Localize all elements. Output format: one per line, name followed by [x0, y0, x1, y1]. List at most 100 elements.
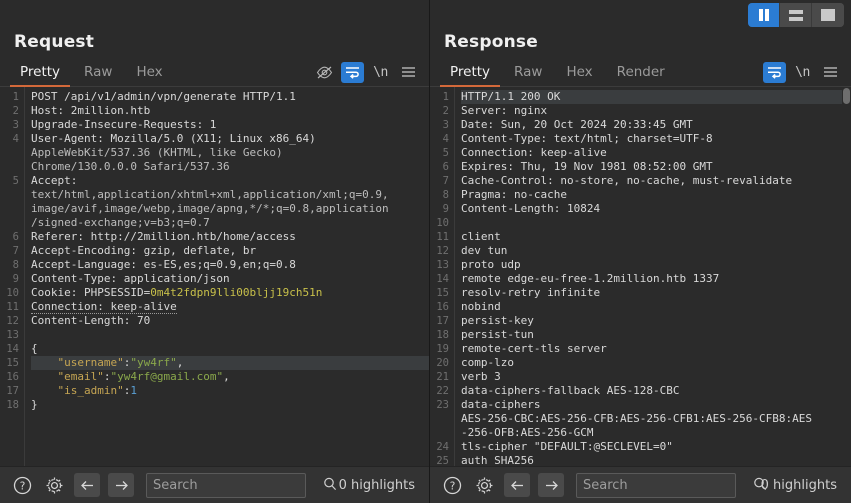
code-token: AES-256-CBC:AES-256-CFB:AES-256-CFB1:AES… — [461, 412, 812, 425]
code-line[interactable]: Date: Sun, 20 Oct 2024 20:33:45 GMT — [461, 118, 851, 132]
response-search-box[interactable] — [576, 473, 736, 498]
code-line[interactable]: client — [461, 230, 851, 244]
code-line[interactable]: proto udp — [461, 258, 851, 272]
code-line[interactable] — [461, 216, 851, 230]
code-line[interactable]: { — [31, 342, 429, 356]
code-line[interactable]: /signed-exchange;v=b3;q=0.7 — [31, 216, 429, 230]
tab-response-hex[interactable]: Hex — [554, 58, 604, 86]
code-line[interactable]: Accept-Language: es-ES,es;q=0.9,en;q=0.8 — [31, 258, 429, 272]
code-line[interactable]: remote edge-eu-free-1.2million.htb 1337 — [461, 272, 851, 286]
line-number — [0, 216, 24, 230]
code-line[interactable]: Server: nginx — [461, 104, 851, 118]
question-circle-icon[interactable]: ? — [10, 473, 34, 497]
tab-request-raw[interactable]: Raw — [72, 58, 124, 86]
search-input[interactable] — [153, 478, 323, 493]
code-line[interactable]: "username":"yw4rf", — [31, 356, 429, 370]
code-line[interactable]: Upgrade-Insecure-Requests: 1 — [31, 118, 429, 132]
code-line[interactable]: User-Agent: Mozilla/5.0 (X11; Linux x86_… — [31, 132, 429, 146]
tab-response-raw[interactable]: Raw — [502, 58, 554, 86]
code-line[interactable]: Content-Length: 70 — [31, 314, 429, 328]
code-line[interactable]: dev tun — [461, 244, 851, 258]
line-number — [0, 188, 24, 202]
tab-request-hex[interactable]: Hex — [124, 58, 174, 86]
tab-request-pretty[interactable]: Pretty — [8, 58, 72, 86]
code-line[interactable]: "email":"yw4rf@gmail.com", — [31, 370, 429, 384]
gear-icon[interactable] — [472, 473, 496, 497]
code-line[interactable]: data-ciphers — [461, 398, 851, 412]
code-line[interactable]: Connection: keep-alive — [31, 300, 429, 314]
code-line[interactable]: -256-OFB:AES-256-GCM — [461, 426, 851, 440]
code-line[interactable]: Accept-Encoding: gzip, deflate, br — [31, 244, 429, 258]
code-line[interactable]: POST /api/v1/admin/vpn/generate HTTP/1.1 — [31, 90, 429, 104]
gear-icon[interactable] — [42, 473, 66, 497]
code-line[interactable]: Cache-Control: no-store, no-cache, must-… — [461, 174, 851, 188]
code-token: Pragma: no-cache — [461, 188, 567, 201]
code-line[interactable] — [31, 328, 429, 342]
line-number — [430, 412, 454, 426]
code-line[interactable]: Content-Length: 10824 — [461, 202, 851, 216]
eye-slash-icon[interactable] — [313, 62, 336, 83]
code-token: , — [177, 356, 184, 369]
vertical-split-layout-button[interactable] — [748, 3, 780, 27]
code-line[interactable]: Content-Type: text/html; charset=UTF-8 — [461, 132, 851, 146]
response-scrollbar[interactable] — [842, 87, 851, 466]
request-search-box[interactable] — [146, 473, 306, 498]
code-line[interactable]: remote-cert-tls server — [461, 342, 851, 356]
burp-repeater-window: Request Pretty Raw Hex — [0, 0, 851, 503]
code-line[interactable]: Chrome/130.0.0.0 Safari/537.36 — [31, 160, 429, 174]
code-line[interactable]: "is_admin":1 — [31, 384, 429, 398]
search-input[interactable] — [583, 478, 753, 493]
code-token: "username" — [58, 356, 124, 369]
code-line[interactable]: resolv-retry infinite — [461, 286, 851, 300]
scrollbar-thumb[interactable] — [843, 88, 850, 104]
code-line[interactable]: Referer: http://2million.htb/home/access — [31, 230, 429, 244]
response-code-area[interactable]: 1234567891011121314151617181920212223242… — [430, 87, 851, 466]
arrow-right-icon[interactable] — [108, 473, 134, 497]
request-code-text[interactable]: POST /api/v1/admin/vpn/generate HTTP/1.1… — [25, 87, 429, 466]
newline-icon[interactable]: \n — [369, 62, 392, 83]
code-line[interactable]: Content-Type: application/json — [31, 272, 429, 286]
tab-response-render[interactable]: Render — [605, 58, 677, 86]
line-number: 1 — [430, 90, 454, 104]
code-token: Chrome/130.0.0.0 Safari/537.36 — [31, 160, 230, 173]
code-line[interactable]: persist-key — [461, 314, 851, 328]
code-line[interactable]: nobind — [461, 300, 851, 314]
code-token: "yw4rf@gmail.com" — [110, 370, 223, 383]
code-token: text/html,application/xhtml+xml,applicat… — [31, 188, 389, 201]
arrow-left-icon[interactable] — [74, 473, 100, 497]
code-line[interactable]: tls-cipher "DEFAULT:@SECLEVEL=0" — [461, 440, 851, 454]
hamburger-icon[interactable] — [819, 62, 842, 83]
response-code-text[interactable]: HTTP/1.1 200 OKServer: nginxDate: Sun, 2… — [455, 87, 851, 466]
code-line[interactable]: } — [31, 398, 429, 412]
word-wrap-icon[interactable] — [341, 62, 364, 83]
single-pane-layout-button[interactable] — [812, 3, 844, 27]
code-line[interactable]: data-ciphers-fallback AES-128-CBC — [461, 384, 851, 398]
tab-response-pretty[interactable]: Pretty — [438, 58, 502, 86]
code-line[interactable]: Expires: Thu, 19 Nov 1981 08:52:00 GMT — [461, 160, 851, 174]
newline-icon[interactable]: \n — [791, 62, 814, 83]
horizontal-split-layout-button[interactable] — [780, 3, 812, 27]
question-circle-icon[interactable]: ? — [440, 473, 464, 497]
code-line[interactable]: Pragma: no-cache — [461, 188, 851, 202]
code-line[interactable]: Connection: keep-alive — [461, 146, 851, 160]
arrow-left-icon[interactable] — [504, 473, 530, 497]
request-code-area[interactable]: 123456789101112131415161718 POST /api/v1… — [0, 87, 429, 466]
code-line[interactable]: text/html,application/xhtml+xml,applicat… — [31, 188, 429, 202]
code-line[interactable]: image/avif,image/webp,image/apng,*/*;q=0… — [31, 202, 429, 216]
code-line[interactable]: HTTP/1.1 200 OK — [461, 90, 851, 104]
code-line[interactable]: Accept: — [31, 174, 429, 188]
code-line[interactable]: verb 3 — [461, 370, 851, 384]
magnifier-icon[interactable] — [323, 476, 337, 495]
code-line[interactable]: auth SHA256 — [461, 454, 851, 466]
code-line[interactable]: Cookie: PHPSESSID=0m4t2fdpn9lli00bljj19c… — [31, 286, 429, 300]
code-line[interactable]: AppleWebKit/537.36 (KHTML, like Gecko) — [31, 146, 429, 160]
code-line[interactable]: persist-tun — [461, 328, 851, 342]
line-number: 6 — [0, 230, 24, 244]
code-line[interactable]: Host: 2million.htb — [31, 104, 429, 118]
word-wrap-icon[interactable] — [763, 62, 786, 83]
line-number — [0, 146, 24, 160]
arrow-right-icon[interactable] — [538, 473, 564, 497]
hamburger-icon[interactable] — [397, 62, 420, 83]
code-line[interactable]: AES-256-CBC:AES-256-CFB:AES-256-CFB1:AES… — [461, 412, 851, 426]
code-line[interactable]: comp-lzo — [461, 356, 851, 370]
